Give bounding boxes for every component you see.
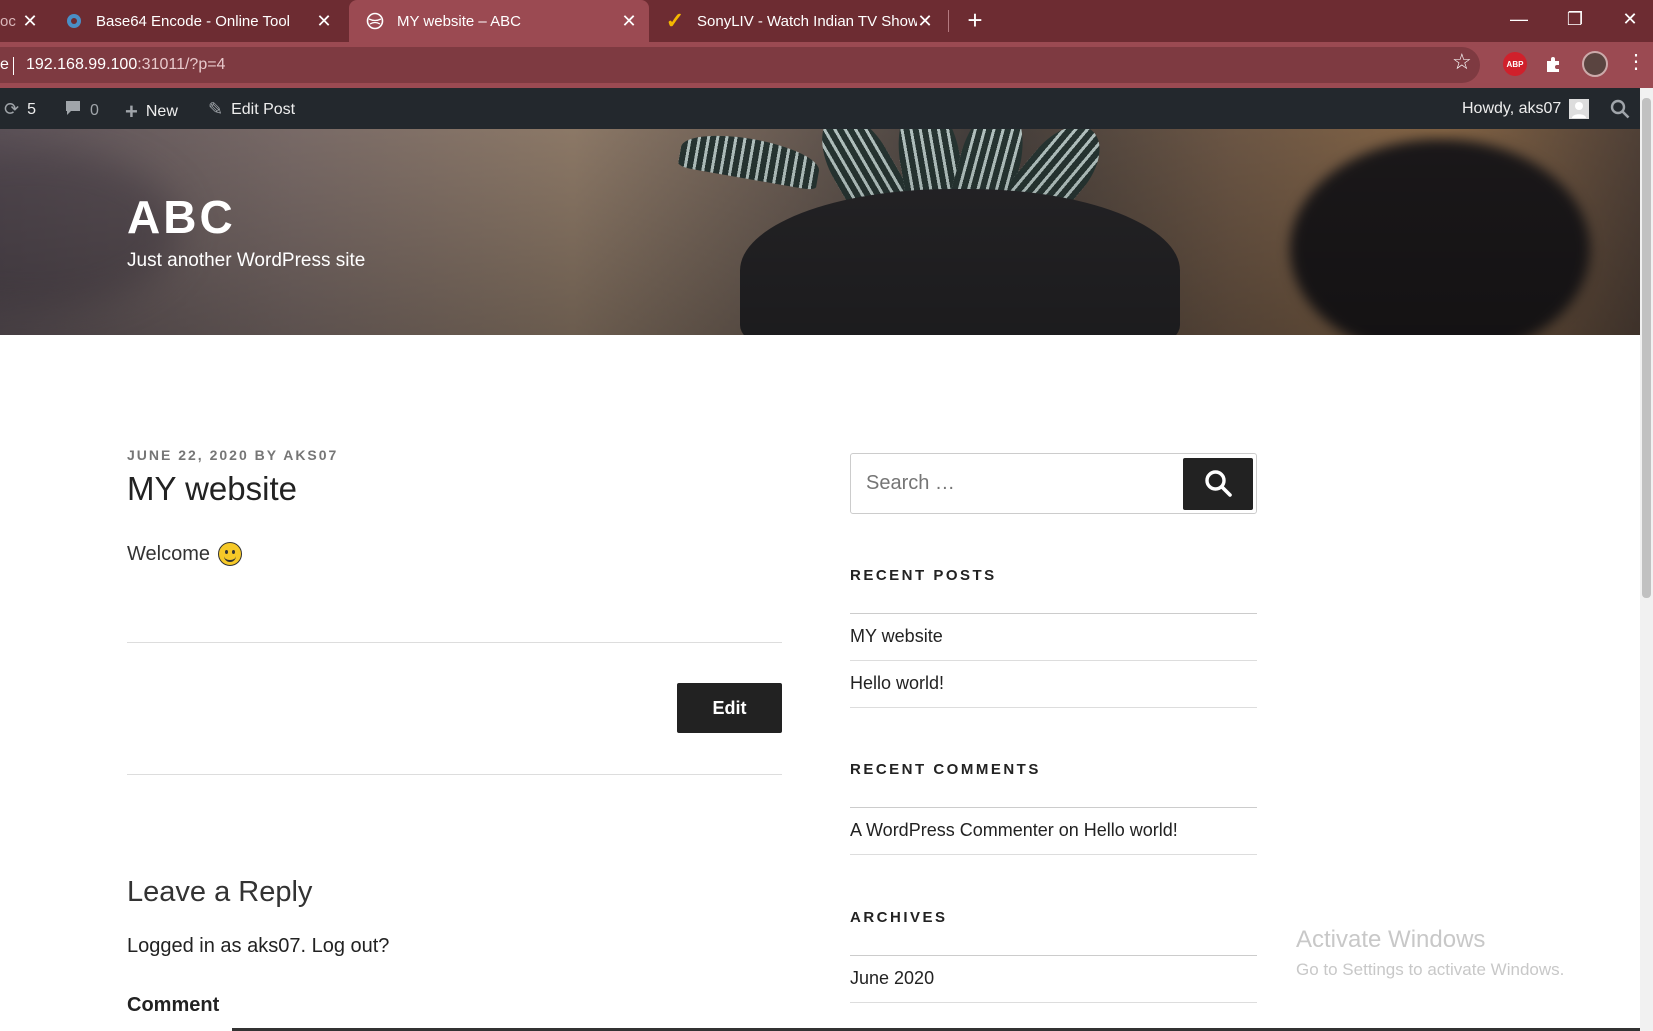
recent-post-link[interactable]: Hello world! [850,673,944,694]
updates-count: 5 [27,100,36,118]
tab-partial[interactable]: oc ✕ [0,0,48,42]
search-icon[interactable] [1610,99,1630,119]
post-author[interactable]: AKS07 [283,447,338,463]
comment-post-link[interactable]: Hello world! [1084,820,1178,840]
close-icon[interactable]: ✕ [619,11,639,31]
tab-title: Base64 Encode - Online Tool [96,12,291,30]
site-title[interactable]: ABC [127,190,236,244]
new-tab-button[interactable]: + [962,7,988,34]
archives-title: ARCHIVES [850,909,948,926]
divider [850,1002,1257,1003]
post-by: BY [248,447,284,463]
scrollbar-thumb[interactable] [1642,98,1651,598]
post-date[interactable]: JUNE 22, 2020 [127,447,249,463]
extensions-puzzle-icon[interactable] [1541,51,1567,77]
wp-admin-bar: ⟳ 5 0 + New ✎ Edit Post Howdy, aks07 [0,88,1653,129]
minimize-button[interactable]: — [1492,0,1546,40]
edit-button[interactable]: Edit [677,683,782,733]
close-icon[interactable]: ✕ [20,11,40,31]
tab-my-website[interactable]: MY website – ABC ✕ [349,0,649,42]
abp-label: ABP [1503,52,1527,76]
post-title: MY website [127,470,297,507]
logged-in-text[interactable]: Logged in as aks07. Log out? [127,935,389,958]
divider [850,660,1257,661]
user-avatar-icon [1569,99,1590,119]
tab-title: oc [0,12,16,30]
profile-avatar[interactable] [1582,51,1608,77]
tab-base64[interactable]: Base64 Encode - Online Tool ✕ [48,0,344,42]
kebab-menu-icon[interactable]: ⋮ [1626,52,1646,72]
url-path: :31011/?p=4 [137,56,226,73]
close-window-button[interactable]: ✕ [1603,0,1653,40]
check-icon: ✓ [665,8,685,33]
divider [850,707,1257,708]
search-icon [1205,469,1232,497]
omnibox-edge-text: e [0,56,9,73]
text-cursor [13,57,14,75]
recent-comments-title: RECENT COMMENTS [850,761,1041,778]
close-icon[interactable]: ✕ [314,11,334,31]
header-shade [0,129,1640,335]
recent-post-link[interactable]: MY website [850,626,943,647]
activate-windows-subtitle: Go to Settings to activate Windows. [1296,960,1565,979]
recent-posts-title: RECENT POSTS [850,567,997,584]
divider [127,642,782,643]
comment-author-link[interactable]: A WordPress Commenter [850,820,1054,840]
post-body-text: Welcome [127,542,210,565]
tab-title: MY website – ABC [397,12,521,30]
my-account-item[interactable]: Howdy, aks07 [1462,99,1590,119]
globe-icon [365,11,385,31]
restore-button[interactable]: ❐ [1548,0,1602,40]
site-header-image [0,129,1640,335]
comment-on-text: on [1053,820,1084,840]
edit-post-label: Edit Post [231,100,296,118]
archive-link[interactable]: June 2020 [850,968,934,989]
plus-icon: + [125,99,138,124]
url-host: 192.168.99.100 [26,56,138,73]
tab-title: SonyLIV - Watch Indian TV Show [697,12,917,30]
refresh-icon: ⟳ [4,99,20,119]
search-input[interactable] [851,454,1181,513]
new-content-item[interactable]: + New [125,99,178,125]
post-meta: JUNE 22, 2020 BY AKS07 [127,447,338,463]
search-form [850,453,1257,514]
activate-windows-title: Activate Windows [1296,926,1486,953]
comment-bubble-icon [64,99,82,122]
howdy-text: Howdy, aks07 [1462,100,1562,117]
address-bar[interactable]: e 192.168.99.100:31011/?p=4 [0,47,1480,83]
divider [850,955,1257,956]
tab-sonyliv[interactable]: ✓ SonyLIV - Watch Indian TV Show ✕ [649,0,945,42]
site-description: Just another WordPress site [127,250,366,271]
gear-icon [64,11,84,31]
page-scrollbar[interactable] [1640,88,1653,1031]
divider [850,807,1257,808]
smiley-emoji-icon [218,542,242,566]
close-icon[interactable]: ✕ [915,11,935,31]
browser-tab-strip: oc ✕ Base64 Encode - Online Tool ✕ MY we… [0,0,1653,42]
updates-item[interactable]: ⟳ 5 [4,99,36,120]
edit-post-item[interactable]: ✎ Edit Post [208,99,295,120]
divider [850,613,1257,614]
comments-count: 0 [90,101,99,119]
divider [127,774,782,775]
recent-comment-item: A WordPress Commenter on Hello world! [850,820,1178,841]
comment-label: Comment [127,994,220,1016]
pencil-icon: ✎ [208,99,224,119]
tab-separator [948,10,949,32]
comments-item[interactable]: 0 [64,99,99,122]
url-text[interactable]: 192.168.99.100:31011/?p=4 [26,56,225,74]
search-submit-button[interactable] [1183,458,1253,510]
new-label: New [145,103,178,120]
bookmark-star-icon[interactable]: ☆ [1452,49,1472,75]
adblock-plus-icon[interactable]: ABP [1502,51,1528,77]
divider [850,854,1257,855]
post-content: Welcome [127,542,242,566]
reply-title: Leave a Reply [127,876,313,908]
browser-toolbar: e 192.168.99.100:31011/?p=4 ☆ ABP ⋮ [0,42,1653,88]
